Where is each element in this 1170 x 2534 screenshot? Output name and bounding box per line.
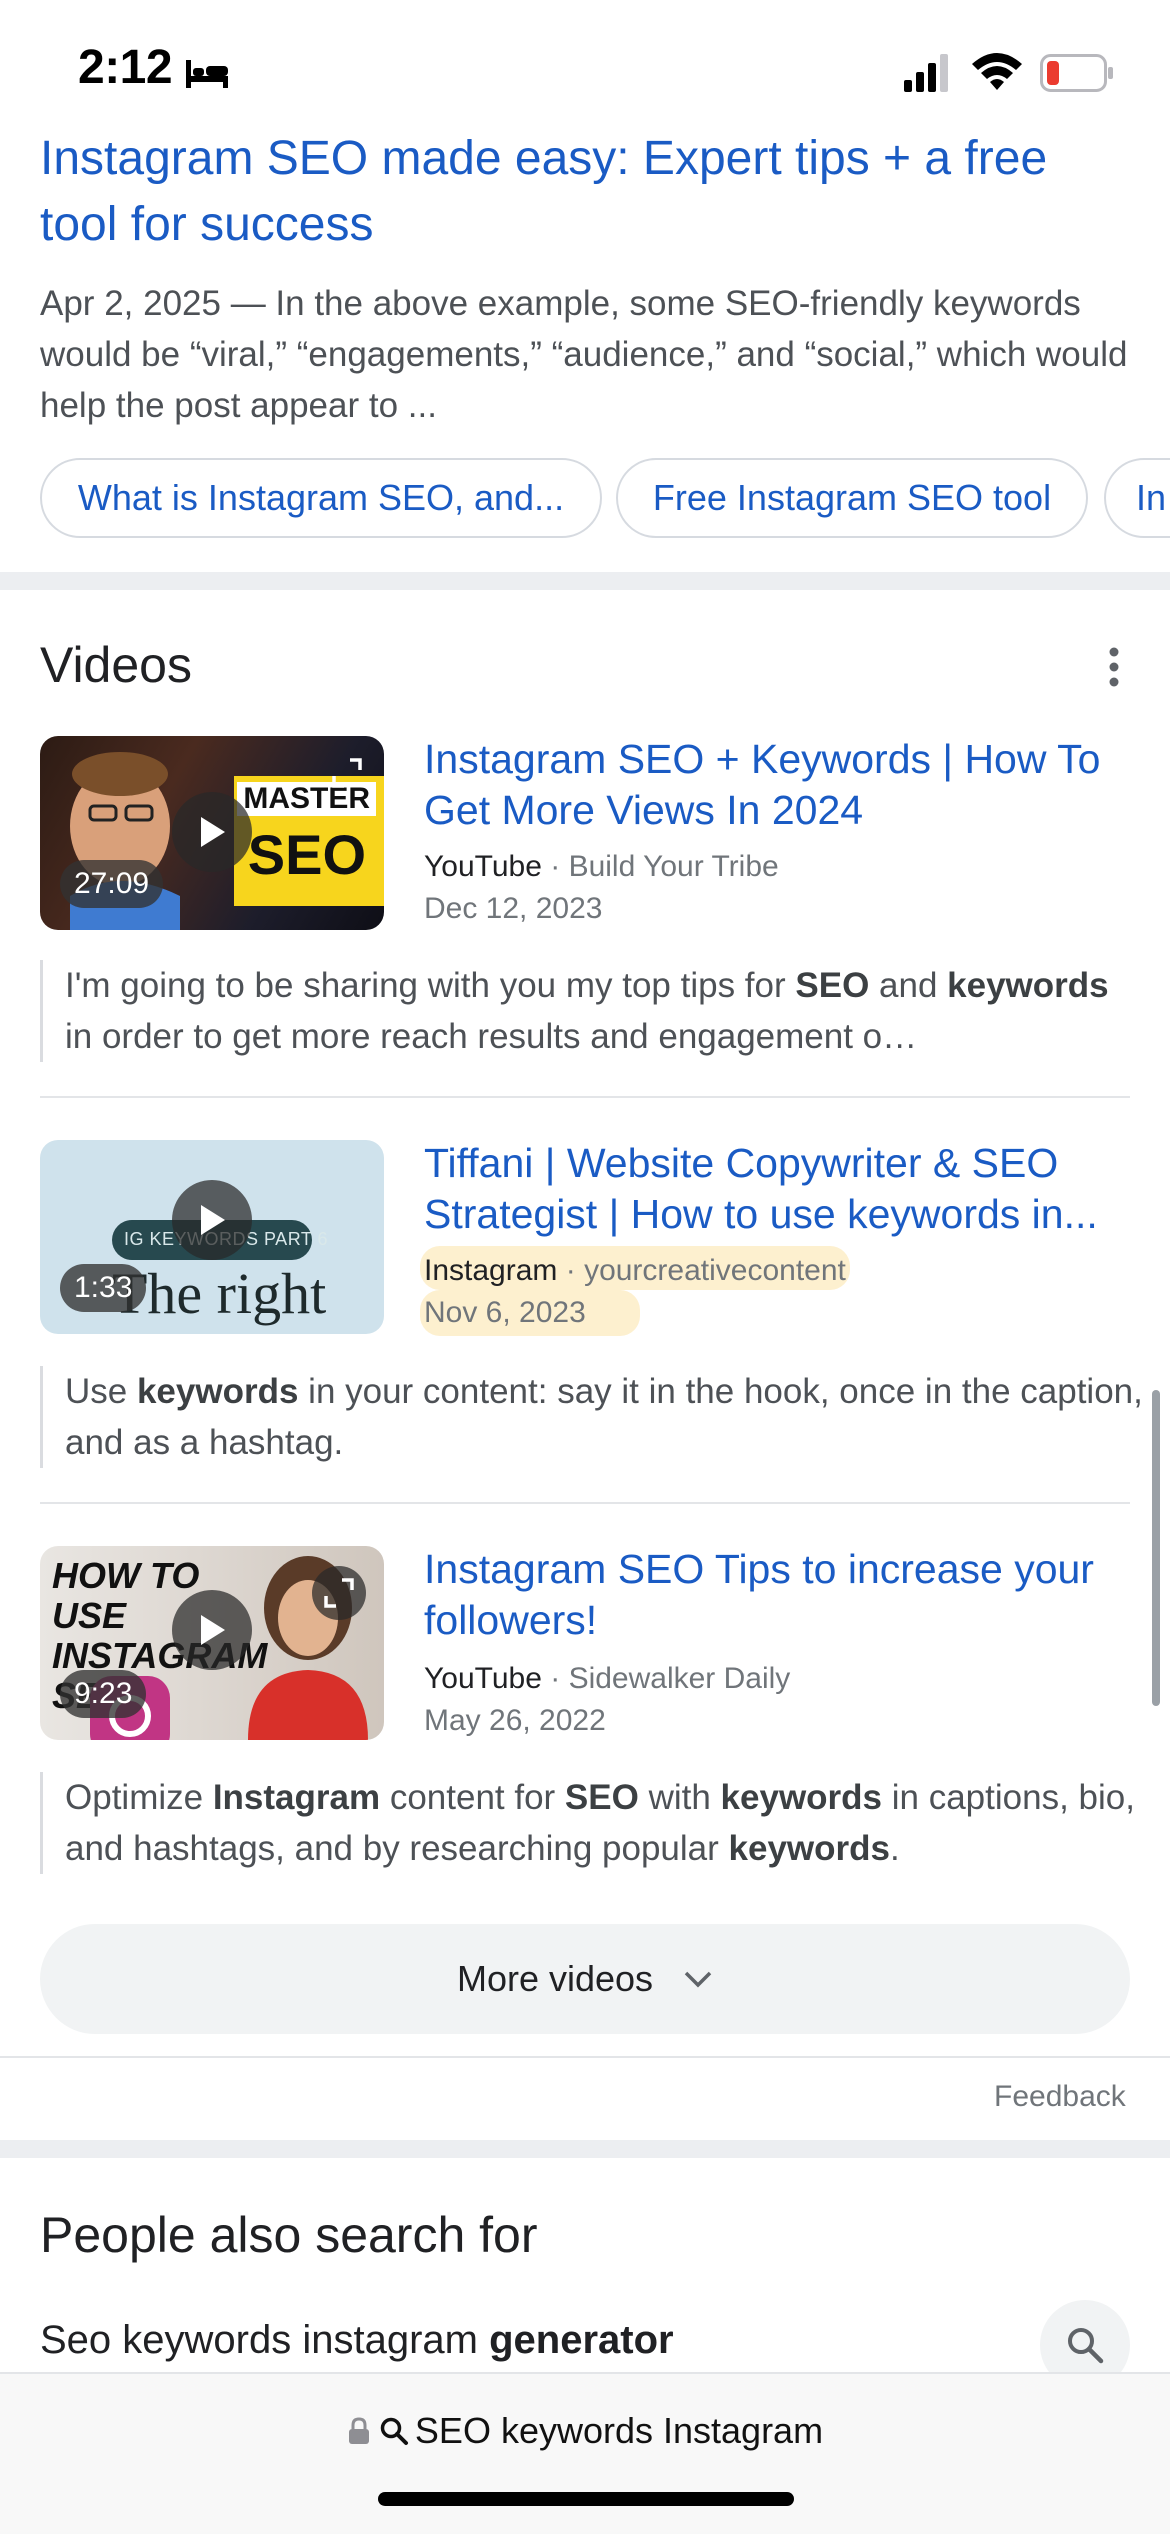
play-button[interactable] (172, 792, 252, 872)
chip-free-instagram-seo-tool[interactable]: Free Instagram SEO tool (616, 458, 1088, 538)
cell-signal-icon (904, 54, 948, 92)
play-icon (201, 1205, 225, 1235)
browser-address-bar (0, 2372, 1170, 2534)
section-divider (0, 2140, 1170, 2158)
feedback-link[interactable]: Feedback (994, 2080, 1126, 2114)
video-title-link[interactable]: Instagram SEO + Keywords | How To Get Mo… (424, 734, 1124, 836)
video-date: May 26, 2022 (424, 1704, 606, 1737)
scrollbar[interactable] (1152, 1390, 1160, 1706)
people-also-search-title: People also search for (40, 2207, 538, 2263)
expand-icon (324, 1578, 354, 1608)
video-source-line: YouTube · Sidewalker Daily (424, 1662, 791, 1695)
battery-low-icon (1040, 54, 1113, 92)
video-snippet: Optimize Instagram content for SEO with … (40, 1772, 1145, 1874)
video-channel: Sidewalker Daily (568, 1662, 791, 1695)
result-snippet: Apr 2, 2025 — In the above example, some… (40, 284, 1128, 425)
video-title-link[interactable]: Instagram SEO Tips to increase your foll… (424, 1544, 1124, 1646)
expand-icon (332, 758, 362, 788)
chip-partial[interactable]: In (1104, 458, 1170, 538)
related-search-item[interactable]: Seo keywords instagram generator (40, 2318, 674, 2363)
address-field[interactable]: SEO keywords Instagram (0, 2410, 1170, 2452)
chevron-down-icon (684, 1971, 712, 1988)
result-title-link[interactable]: Instagram SEO made easy: Expert tips + a… (40, 126, 1130, 258)
video-title-link[interactable]: Tiffani | Website Copywriter & SEO Strat… (424, 1138, 1124, 1240)
video-date: Nov 6, 2023 (424, 1296, 586, 1329)
video-thumbnail[interactable]: HOW TO USE INSTAGRAM SEO 9:23 (40, 1546, 384, 1740)
video-channel: Build Your Tribe (568, 850, 779, 883)
video-source-line: Instagram · yourcreativecontent (424, 1254, 846, 1287)
lock-icon (348, 2417, 369, 2444)
video-duration: 9:23 (60, 1670, 147, 1718)
search-icon (380, 2417, 408, 2445)
video-snippet: Use keywords in your content: say it in … (40, 1366, 1145, 1468)
address-query: SEO keywords Instagram (414, 2410, 824, 2451)
section-divider (0, 572, 1170, 590)
video-divider (40, 1096, 1130, 1098)
section-rule (0, 2056, 1170, 2058)
sleep-bed-icon (186, 60, 228, 88)
more-options-icon[interactable] (1100, 644, 1128, 690)
status-time: 2:12 (78, 41, 173, 94)
search-icon (1068, 2328, 1104, 2364)
videos-section-title: Videos (40, 637, 192, 693)
play-icon (201, 1615, 225, 1645)
video-snippet: I'm going to be sharing with you my top … (40, 960, 1145, 1062)
more-videos-button[interactable]: More videos (40, 1924, 1130, 2034)
video-thumbnail[interactable]: MASTER SEO 27:09 (40, 736, 384, 930)
play-button[interactable] (172, 1590, 252, 1670)
chip-what-is-instagram-seo[interactable]: What is Instagram SEO, and... (40, 458, 602, 538)
video-duration: 27:09 (60, 860, 164, 908)
video-duration: 1:33 (60, 1264, 147, 1312)
video-divider (40, 1502, 1130, 1504)
play-icon (201, 817, 225, 847)
thumb-text: SEO (247, 823, 366, 886)
play-button[interactable] (172, 1180, 252, 1260)
video-source-line: YouTube · Build Your Tribe (424, 850, 779, 883)
wifi-icon (972, 53, 1022, 90)
video-date: Dec 12, 2023 (424, 892, 603, 925)
video-source: Instagram (424, 1254, 558, 1287)
video-source: YouTube (424, 1662, 542, 1695)
video-source: YouTube (424, 850, 542, 883)
home-indicator[interactable] (378, 2492, 794, 2506)
video-channel: yourcreativecontent (584, 1254, 846, 1287)
video-thumbnail[interactable]: IG KEYWORDS PART 6 The right 1:33 (40, 1140, 384, 1334)
more-videos-label: More videos (456, 1958, 654, 1999)
